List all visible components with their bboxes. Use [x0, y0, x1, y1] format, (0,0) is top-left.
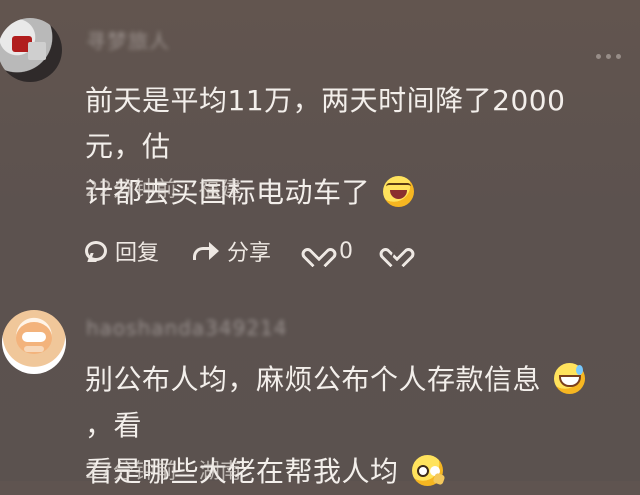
username[interactable]: 寻梦旅人: [86, 25, 170, 54]
like-button[interactable]: 0: [307, 236, 353, 266]
heart-icon: [307, 240, 331, 262]
dislike-button[interactable]: [385, 236, 417, 266]
comment-line-1: 别公布人均，麻烦公布个人存款信息 ，看: [85, 357, 620, 449]
comment-line-1-text: 别公布人均，麻烦公布个人存款信息: [85, 363, 542, 396]
reply-label: 回复: [115, 241, 160, 266]
comment-meta: 22分钟前 · 福建: [85, 177, 242, 201]
username[interactable]: haoshanda349214: [86, 316, 288, 340]
reply-button[interactable]: 回复: [85, 236, 159, 266]
more-options-icon[interactable]: [596, 54, 621, 59]
share-button[interactable]: 分享: [193, 236, 271, 266]
thinking-emoji: [411, 455, 443, 486]
rolling-laughing-emoji: [383, 176, 415, 207]
share-label: 分享: [227, 241, 272, 266]
comment-feed: 寻梦旅人 前天是平均11万，两天时间降了2000元，估 计都去买国标电动车了 2…: [0, 0, 640, 488]
sweat-smile-emoji: [554, 363, 586, 394]
user-avatar[interactable]: [0, 18, 62, 82]
share-icon: [193, 242, 219, 260]
reply-icon: [85, 241, 107, 261]
user-avatar[interactable]: [2, 310, 66, 374]
broken-heart-icon: [385, 240, 409, 262]
comment-line-1: 前天是平均11万，两天时间降了2000元，估: [85, 84, 566, 163]
like-count: 0: [339, 238, 353, 264]
comment-line-1-tail: ，看: [85, 409, 143, 442]
comment-actions: 回复 分享 0: [85, 236, 425, 266]
